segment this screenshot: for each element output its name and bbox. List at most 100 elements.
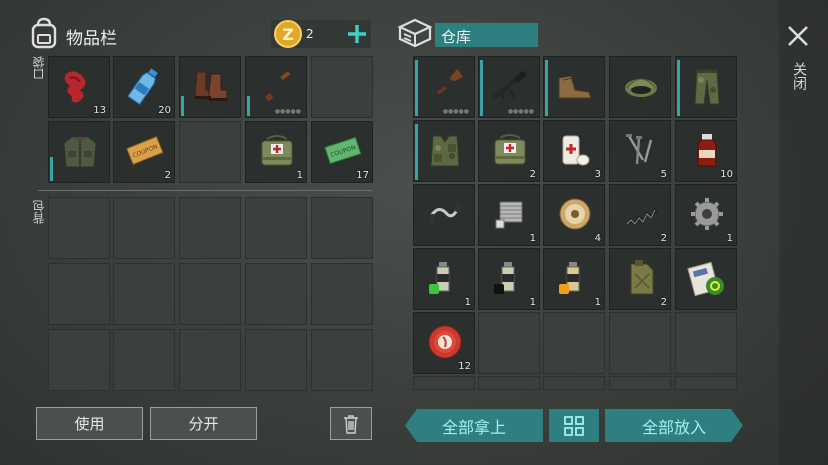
empty-slot[interactable] — [113, 329, 175, 391]
empty-slot[interactable] — [48, 263, 110, 325]
empty-slot[interactable] — [113, 263, 175, 325]
inventory-slot[interactable]: 3 — [543, 120, 605, 182]
leather-boots-icon — [191, 66, 231, 106]
empty-slot[interactable] — [48, 329, 110, 391]
empty-slot[interactable] — [311, 56, 373, 118]
item-count: 3 — [594, 169, 601, 180]
trash-icon — [344, 414, 358, 434]
close-icon — [788, 26, 808, 46]
split-button[interactable]: 分开 — [150, 407, 257, 440]
coin-icon: Z — [273, 19, 303, 53]
inventory-slot[interactable]: 1 — [478, 184, 540, 246]
medicine-bottle-icon — [687, 130, 727, 170]
inventory-slot[interactable] — [543, 56, 605, 118]
empty-slot[interactable] — [311, 329, 373, 391]
inventory-slot[interactable]: ●●●●● — [245, 56, 307, 118]
empty-slot[interactable] — [113, 197, 175, 259]
inventory-slot[interactable] — [609, 56, 671, 118]
inventory-slot[interactable]: ●●●●● — [413, 56, 475, 118]
empty-slot[interactable] — [478, 376, 540, 390]
inventory-slot[interactable]: 2 — [609, 248, 671, 310]
add-coins-button[interactable] — [345, 22, 369, 50]
inventory-slot[interactable] — [675, 56, 737, 118]
inventory-slot[interactable] — [413, 184, 475, 246]
spray-yellow-icon — [555, 258, 595, 298]
inventory-slot[interactable]: 20 — [113, 56, 175, 118]
inventory-slot[interactable]: 1 — [675, 184, 737, 246]
sort-button[interactable] — [549, 409, 599, 442]
close-label[interactable]: 关闭 — [791, 62, 807, 90]
empty-slot[interactable] — [543, 376, 605, 390]
jerrycan-icon — [621, 258, 661, 298]
durability-bar — [415, 60, 418, 116]
close-button[interactable] — [786, 24, 810, 48]
item-count: 2 — [164, 170, 171, 181]
inventory-slot[interactable]: 1 — [543, 248, 605, 310]
inventory-slot[interactable]: COUPON 17 — [311, 121, 373, 183]
inventory-slot[interactable] — [48, 121, 110, 183]
take-all-button[interactable]: 全部拿上 — [405, 409, 543, 442]
inventory-slot[interactable]: 1 — [478, 248, 540, 310]
empty-slot[interactable] — [543, 312, 605, 374]
delete-button[interactable] — [330, 407, 372, 440]
inventory-slot[interactable]: 1 — [413, 248, 475, 310]
item-count: 1 — [594, 297, 601, 308]
empty-slot[interactable] — [609, 312, 671, 374]
rifle-icon — [257, 66, 297, 106]
empty-slot[interactable] — [48, 197, 110, 259]
quality-stars: ●●●●● — [274, 108, 301, 115]
empty-slot[interactable] — [245, 197, 307, 259]
item-count: 5 — [660, 169, 667, 180]
quality-stars: ●●●●● — [507, 108, 534, 115]
empty-slot[interactable] — [609, 376, 671, 390]
empty-slot[interactable] — [179, 121, 241, 183]
gear-icon — [687, 194, 727, 234]
bottle-cap-icon — [425, 322, 465, 362]
durability-bar — [545, 60, 548, 116]
empty-slot[interactable] — [179, 197, 241, 259]
item-count: 1 — [529, 297, 536, 308]
take-all-label: 全部拿上 — [441, 417, 506, 437]
empty-slot[interactable] — [311, 263, 373, 325]
empty-slot[interactable] — [245, 329, 307, 391]
item-count: 2 — [529, 169, 536, 180]
inventory-slot[interactable] — [179, 56, 241, 118]
bandage-icon — [555, 130, 595, 170]
assault-rifle-icon — [490, 66, 530, 106]
empty-slot[interactable] — [675, 312, 737, 374]
empty-slot[interactable] — [311, 197, 373, 259]
inventory-slot[interactable]: ●●●●● — [478, 56, 540, 118]
medic-bag-icon — [257, 131, 297, 171]
empty-slot[interactable] — [245, 263, 307, 325]
empty-slot[interactable] — [413, 376, 475, 390]
put-all-button[interactable]: 全部放入 — [605, 409, 743, 442]
item-count: 13 — [93, 105, 106, 116]
inventory-slot[interactable]: 2 — [478, 120, 540, 182]
inventory-slot[interactable]: 13 — [48, 56, 110, 118]
storage-box-icon — [397, 18, 433, 52]
engine-icon — [490, 194, 530, 234]
use-button[interactable]: 使用 — [36, 407, 143, 440]
item-count: 17 — [356, 170, 369, 181]
inventory-slot[interactable] — [675, 248, 737, 310]
jacket-icon — [60, 131, 100, 171]
inventory-slot[interactable] — [413, 120, 475, 182]
coin-count: 2 — [306, 27, 314, 41]
item-count: 2 — [660, 297, 667, 308]
empty-slot[interactable] — [179, 329, 241, 391]
inventory-slot[interactable]: 5 — [609, 120, 671, 182]
durability-bar — [677, 60, 680, 116]
inventory-slot[interactable]: 4 — [543, 184, 605, 246]
coupon-icon: COUPON — [125, 131, 165, 171]
empty-slot[interactable] — [478, 312, 540, 374]
item-count: 20 — [158, 105, 171, 116]
inventory-slot[interactable]: 12 — [413, 312, 475, 374]
empty-slot[interactable] — [675, 376, 737, 390]
durability-bar — [247, 96, 250, 116]
inventory-slot[interactable]: 1 — [245, 121, 307, 183]
inventory-slot[interactable]: COUPON 2 — [113, 121, 175, 183]
inventory-slot[interactable]: 10 — [675, 120, 737, 182]
inventory-slot[interactable]: 2 — [609, 184, 671, 246]
empty-slot[interactable] — [179, 263, 241, 325]
red-cloth-icon — [60, 66, 100, 106]
